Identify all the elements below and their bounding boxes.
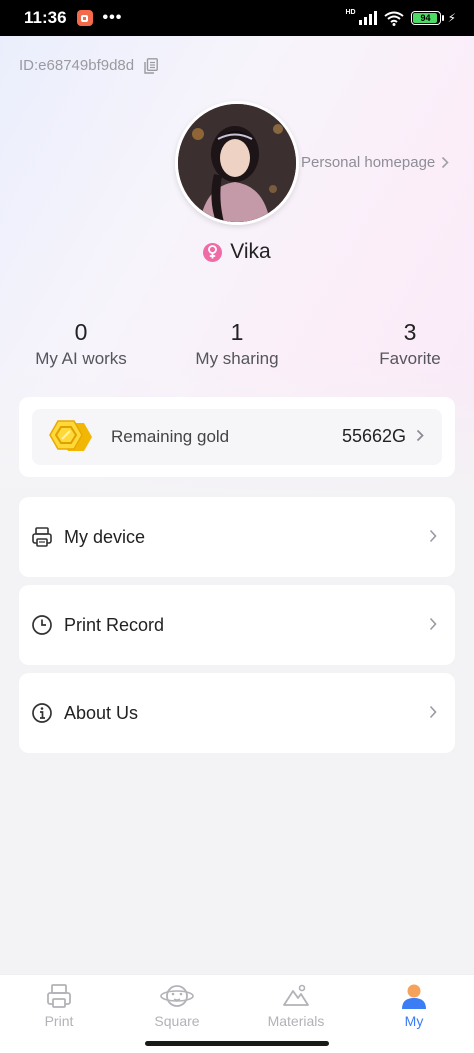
profile-screen: 11:36 ••• HD 94 ⚡ ID:e68749bf9d8d Person… — [0, 0, 474, 1053]
remaining-gold-value: 55662G — [341, 426, 406, 446]
status-bar-right: HD 94 ⚡ — [345, 8, 456, 26]
menu-item-label: Print Record — [64, 614, 165, 635]
tab-label: Print — [44, 1013, 74, 1029]
signal-icon — [358, 11, 377, 25]
stat-sharing[interactable]: 1 My sharing — [176, 318, 298, 371]
stats-row: 0 My AI works 1 My sharing 3 Favorite — [0, 318, 474, 378]
avatar-image — [178, 104, 296, 222]
gold-coins-icon — [49, 420, 92, 451]
status-bar-left: 11:36 ••• — [24, 8, 122, 28]
menu-item-my-device[interactable]: My device — [19, 497, 455, 577]
remaining-gold-label: Remaining gold — [111, 427, 230, 446]
remaining-gold-row[interactable]: Remaining gold 55662G — [32, 409, 442, 465]
more-notifications-icon: ••• — [102, 9, 123, 26]
wifi-icon — [383, 11, 404, 26]
chevron-right-icon — [416, 429, 424, 442]
copy-icon[interactable] — [144, 57, 159, 74]
menu-item-about-us[interactable]: About Us — [19, 673, 455, 753]
menu-item-label: About Us — [64, 702, 139, 723]
stat-label: My sharing — [195, 349, 279, 368]
menu-item-print-record[interactable]: Print Record — [19, 585, 455, 665]
tab-square[interactable]: Square — [137, 981, 217, 1029]
stat-ai-works[interactable]: 0 My AI works — [20, 318, 142, 371]
stat-value: 1 — [230, 319, 244, 345]
user-id-row[interactable]: ID:e68749bf9d8d — [19, 57, 159, 74]
charging-icon: ⚡ — [447, 11, 456, 25]
printer-icon — [47, 984, 71, 1008]
status-bar: 11:36 ••• HD 94 ⚡ — [0, 0, 474, 36]
username: Vika — [230, 240, 271, 263]
info-icon — [32, 703, 52, 723]
battery-level: 94 — [420, 13, 431, 23]
stat-value: 3 — [403, 319, 417, 345]
tab-label: Materials — [267, 1013, 325, 1029]
stat-label: Favorite — [379, 349, 441, 368]
gold-card: Remaining gold 55662G — [19, 397, 455, 477]
chevron-right-icon — [429, 617, 437, 631]
tab-my[interactable]: My — [374, 981, 454, 1029]
avatar[interactable] — [175, 101, 299, 225]
stat-value: 0 — [74, 319, 88, 345]
battery-icon: 94 — [410, 11, 444, 25]
status-time: 11:36 — [24, 8, 67, 27]
tab-print[interactable]: Print — [19, 981, 99, 1029]
stat-favorite[interactable]: 3 Favorite — [360, 318, 460, 371]
app-notification-icon — [76, 10, 93, 26]
network-type-label: HD — [345, 8, 356, 16]
clock-icon — [32, 615, 52, 635]
personal-homepage-label: Personal homepage — [301, 154, 436, 171]
female-gender-icon — [203, 242, 223, 262]
tab-label: Square — [154, 1013, 200, 1029]
tab-label: My — [404, 1013, 424, 1029]
username-row: Vika — [0, 240, 474, 264]
home-indicator[interactable] — [145, 1041, 329, 1046]
user-id-text: ID:e68749bf9d8d — [19, 57, 135, 74]
planet-icon — [160, 985, 194, 1007]
printer-icon — [32, 527, 52, 547]
tab-materials[interactable]: Materials — [256, 981, 336, 1029]
chevron-right-icon — [442, 156, 449, 169]
chevron-right-icon — [429, 529, 437, 543]
stat-label: My AI works — [35, 349, 127, 368]
chevron-right-icon — [429, 705, 437, 719]
personal-homepage-link[interactable]: Personal homepage — [301, 154, 449, 171]
mountain-icon — [283, 984, 309, 1006]
person-icon — [402, 984, 426, 1009]
menu-item-label: My device — [64, 526, 146, 547]
